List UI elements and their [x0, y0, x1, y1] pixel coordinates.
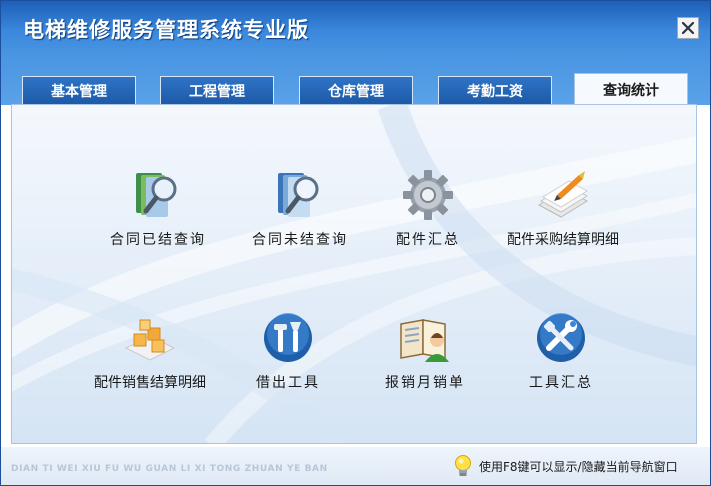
item-parts-sales-settlement[interactable]: 配件销售结算明细 [80, 310, 220, 400]
wrench-screwdriver-icon [537, 313, 585, 362]
tab-project-management[interactable]: 工程管理 [160, 76, 274, 104]
navigation-toggle-hint[interactable]: 使用F8键可以显示/隐藏当前导航窗口 [453, 453, 678, 479]
app-window: 电梯维修服务管理系统专业版 基本管理 工程管理 仓库管理 考勤工资 查询统计 合… [0, 0, 711, 486]
close-icon [681, 21, 695, 35]
function-panel: 合同已结查询 合同未结查询 配件汇总 配件采购结算明细 配件销售结算明细 借出工… [11, 104, 697, 444]
item-label: 配件销售结算明细 [94, 375, 206, 391]
user-book-icon [400, 319, 449, 362]
status-bar: DIAN TI WEI XIU FU WU GUAN LI XI TONG ZH… [1, 447, 710, 485]
tab-attendance-salary[interactable]: 考勤工资 [438, 76, 552, 104]
item-parts-purchase-settlement[interactable]: 配件采购结算明细 [493, 167, 633, 257]
item-contract-settled-query[interactable]: 合同已结查询 [88, 167, 228, 257]
gear-icon [403, 170, 453, 220]
window-title: 电梯维修服务管理系统专业版 [23, 18, 309, 42]
book-magnifier-icon [278, 173, 319, 217]
item-label: 配件汇总 [396, 232, 460, 248]
item-label: 工具汇总 [529, 375, 593, 391]
item-contract-unsettled-query[interactable]: 合同未结查询 [230, 167, 370, 257]
tools-icon [264, 313, 312, 362]
title-bar: 电梯维修服务管理系统专业版 [1, 1, 710, 55]
item-label: 借出工具 [256, 375, 320, 391]
tab-query-statistics[interactable]: 查询统计 [574, 73, 688, 106]
tab-strip: 基本管理 工程管理 仓库管理 考勤工资 查询统计 [1, 55, 710, 106]
book-magnifier-icon [136, 173, 177, 217]
close-button[interactable] [677, 17, 699, 39]
item-lend-tools[interactable]: 借出工具 [218, 310, 358, 400]
tab-basic-management[interactable]: 基本管理 [22, 76, 136, 104]
lightbulb-icon [455, 455, 471, 476]
pinyin-watermark: DIAN TI WEI XIU FU WU GUAN LI XI TONG ZH… [11, 464, 328, 474]
item-label: 合同未结查询 [252, 232, 348, 248]
item-parts-summary[interactable]: 配件汇总 [358, 167, 498, 257]
item-label: 配件采购结算明细 [507, 232, 619, 248]
boxes-icon [124, 319, 176, 361]
documents-pen-icon [538, 171, 588, 218]
item-label: 合同已结查询 [110, 232, 206, 248]
hint-text: 使用F8键可以显示/隐藏当前导航窗口 [479, 459, 678, 474]
tab-warehouse-management[interactable]: 仓库管理 [299, 76, 413, 104]
item-label: 报销月销单 [385, 375, 465, 391]
item-reimbursement-monthly[interactable]: 报销月销单 [355, 310, 495, 400]
item-tools-summary[interactable]: 工具汇总 [491, 310, 631, 400]
